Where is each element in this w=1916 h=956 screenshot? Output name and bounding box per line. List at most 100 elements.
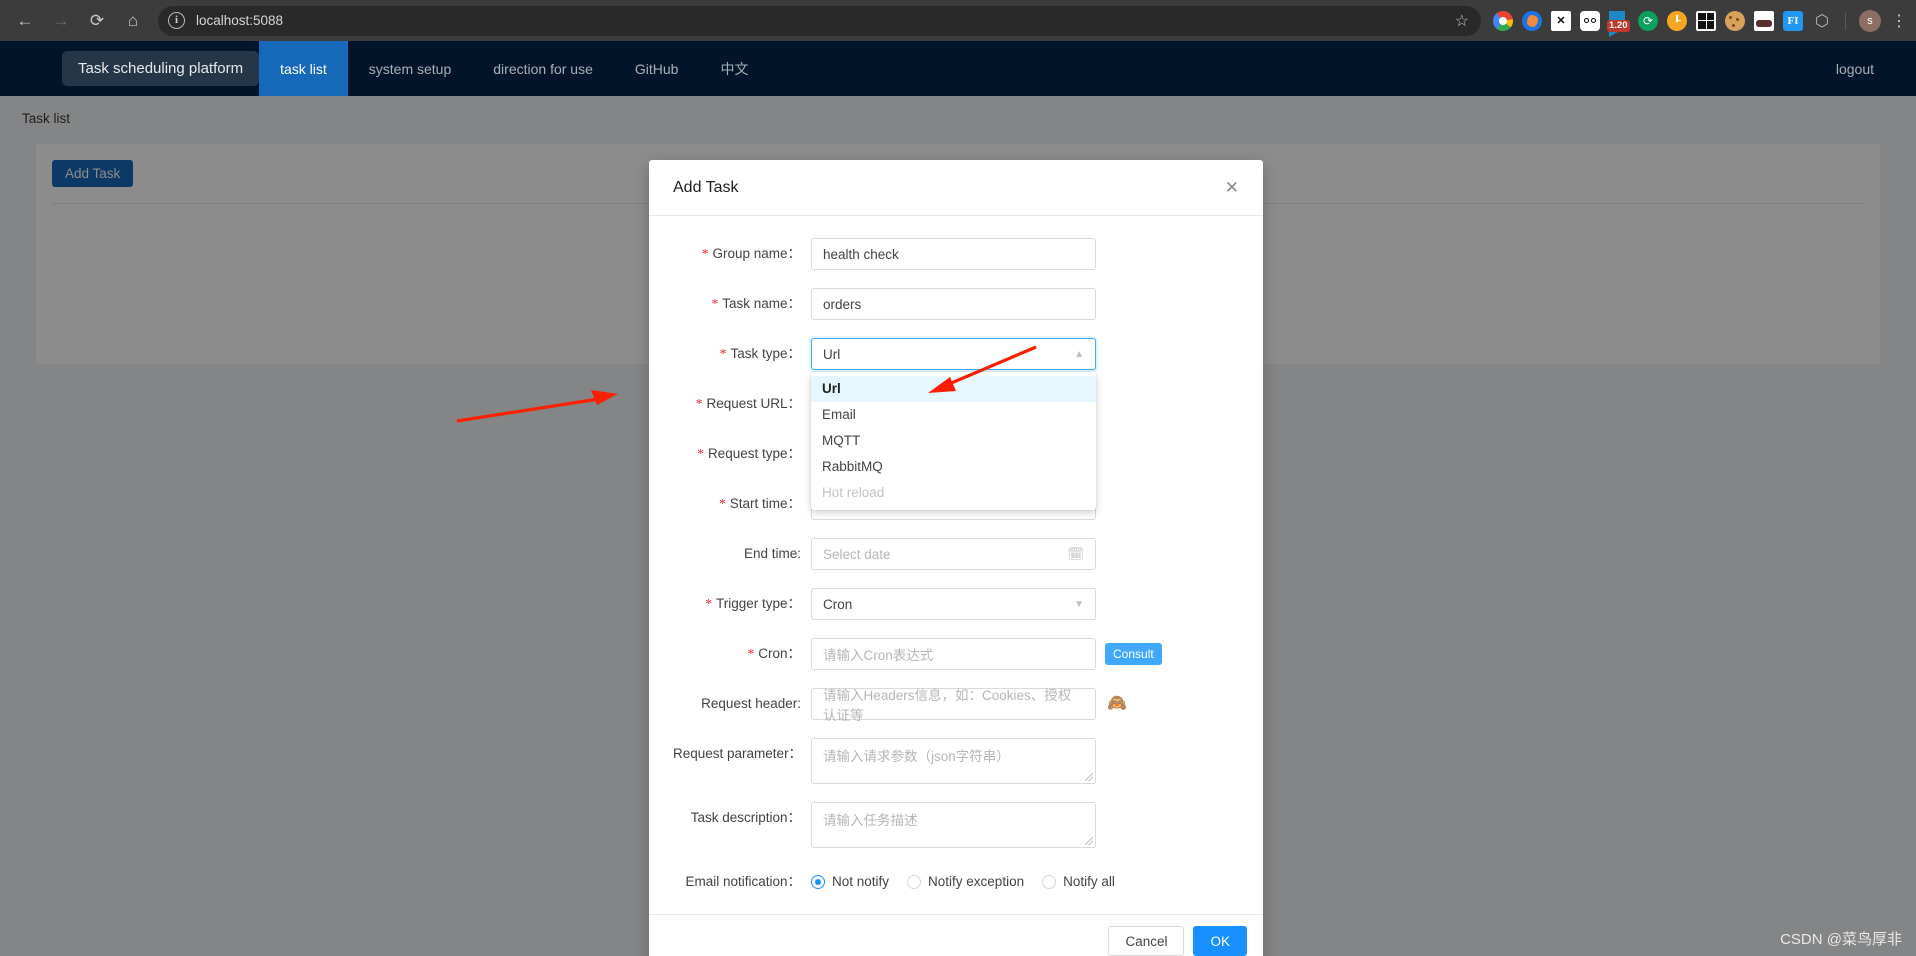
address-bar[interactable]: i localhost:5088 ☆ <box>158 6 1481 36</box>
version-badge-extension-icon[interactable]: 1.20 <box>1609 11 1629 31</box>
logout-link[interactable]: logout <box>1836 41 1916 96</box>
puzzle-extensions-icon[interactable]: ⬡ <box>1812 11 1832 31</box>
radio-dot-icon <box>1042 875 1056 889</box>
label-request-type: Request type： <box>673 438 811 470</box>
task-type-dropdown: Url Email MQTT RabbitMQ Hot reload <box>811 372 1096 510</box>
radio-notify-all[interactable]: Notify all <box>1042 866 1115 898</box>
task-type-value: Url <box>823 347 840 362</box>
field-task-name: Task name： orders <box>673 288 1239 320</box>
ok-button[interactable]: OK <box>1193 926 1247 956</box>
field-cron: Cron： 请输入Cron表达式 Consult <box>673 638 1239 670</box>
request-header-input[interactable]: 请输入Headers信息，如：Cookies、授权认证等 <box>811 688 1096 720</box>
toolbar-divider <box>1845 12 1846 30</box>
close-icon[interactable]: ✕ <box>1225 179 1239 196</box>
radio-not-notify[interactable]: Not notify <box>811 866 889 898</box>
field-end-time: End time: Select date 🗓 <box>673 538 1239 570</box>
fi-extension-icon[interactable]: FI <box>1783 11 1803 31</box>
printer-extension-icon[interactable] <box>1551 11 1571 31</box>
radio-notify-exception[interactable]: Notify exception <box>907 866 1024 898</box>
modal-body: Group name： health check Task name： orde… <box>649 216 1263 914</box>
nav-item-github[interactable]: GitHub <box>614 41 700 96</box>
radio-dot-icon <box>907 875 921 889</box>
chrome-extension-icon[interactable] <box>1493 11 1513 31</box>
label-task-type: Task type： <box>673 338 811 370</box>
qr-code-extension-icon[interactable] <box>1696 11 1716 31</box>
task-type-option-hot-reload: Hot reload <box>811 480 1096 506</box>
nav-item-task-list[interactable]: task list <box>259 41 348 96</box>
watermark: CSDN @菜鸟厚非 <box>1780 928 1902 949</box>
task-type-option-url[interactable]: Url <box>811 376 1096 402</box>
field-trigger-type: Trigger type： Cron ▼ <box>673 588 1239 620</box>
field-email-notification: Email notification： Not notify Notify ex… <box>673 866 1239 898</box>
cookie-extension-icon[interactable] <box>1725 11 1745 31</box>
request-parameter-textarea[interactable]: 请输入请求参数（json字符串） <box>811 738 1096 784</box>
eye-off-icon[interactable]: 🙈 <box>1107 693 1127 713</box>
label-request-parameter: Request parameter： <box>673 738 811 770</box>
add-task-modal: Add Task ✕ Group name： health check Task… <box>649 160 1263 956</box>
label-email-notification: Email notification： <box>673 866 811 898</box>
trigger-type-value: Cron <box>823 597 852 612</box>
label-start-time: Start time： <box>673 488 811 520</box>
task-description-textarea[interactable]: 请输入任务描述 <box>811 802 1096 848</box>
clock-extension-icon[interactable] <box>1667 11 1687 31</box>
site-info-icon[interactable]: i <box>168 12 185 29</box>
label-trigger-type: Trigger type： <box>673 588 811 620</box>
radio-label-not-notify: Not notify <box>832 866 889 898</box>
forward-arrow-icon[interactable]: → <box>44 4 78 38</box>
nav-item-system-setup[interactable]: system setup <box>348 41 472 96</box>
bookmark-star-icon[interactable]: ☆ <box>1455 11 1473 31</box>
label-end-time: End time: <box>673 538 811 570</box>
field-request-parameter: Request parameter： 请输入请求参数（json字符串） <box>673 738 1239 784</box>
label-group-name: Group name： <box>673 238 811 270</box>
radio-label-notify-exception: Notify exception <box>928 866 1024 898</box>
label-request-url: Request URL： <box>673 388 811 420</box>
email-notification-radio-group: Not notify Notify exception Notify all <box>811 866 1239 898</box>
radio-dot-selected-icon <box>811 875 825 889</box>
task-name-input[interactable]: orders <box>811 288 1096 320</box>
app-brand: Task scheduling platform <box>62 51 259 86</box>
profile-avatar[interactable]: s <box>1859 10 1881 32</box>
task-type-option-mqtt[interactable]: MQTT <box>811 428 1096 454</box>
label-request-header: Request header: <box>673 688 811 720</box>
page-body: Task list Add Task Add Task ✕ Group name… <box>0 96 1916 956</box>
chevron-down-icon: ▼ <box>1074 599 1084 610</box>
consult-button[interactable]: Consult <box>1105 643 1162 665</box>
end-time-input[interactable]: Select date 🗓 <box>811 538 1096 570</box>
modal-title: Add Task <box>673 179 739 197</box>
cron-input[interactable]: 请输入Cron表达式 <box>811 638 1096 670</box>
label-task-name: Task name： <box>673 288 811 320</box>
chevron-up-icon: ▲ <box>1074 349 1084 360</box>
radio-label-notify-all: Notify all <box>1063 866 1115 898</box>
back-arrow-icon[interactable]: ← <box>8 4 42 38</box>
calendar-icon: 🗓 <box>1067 546 1084 562</box>
cancel-button[interactable]: Cancel <box>1108 926 1184 956</box>
home-icon[interactable]: ⌂ <box>116 4 150 38</box>
extensions-tray: 1.20 ⟳ FI ⬡ s ⋮ <box>1489 10 1908 32</box>
label-task-description: Task description： <box>673 802 811 834</box>
reload-icon[interactable]: ⟳ <box>80 4 114 38</box>
field-task-description: Task description： 请输入任务描述 <box>673 802 1239 848</box>
glasses-extension-icon[interactable] <box>1580 11 1600 31</box>
paint-extension-icon[interactable] <box>1522 11 1542 31</box>
field-group-name: Group name： health check <box>673 238 1239 270</box>
task-type-option-rabbitmq[interactable]: RabbitMQ <box>811 454 1096 480</box>
nav-item-chinese[interactable]: 中文 <box>699 41 769 96</box>
task-type-select[interactable]: Url ▲ <box>811 338 1096 370</box>
trigger-type-select[interactable]: Cron ▼ <box>811 588 1096 620</box>
chrome-menu-icon[interactable]: ⋮ <box>1890 11 1908 31</box>
field-task-type: Task type： Url ▲ Url Email MQTT RabbitMQ… <box>673 338 1239 370</box>
group-name-input[interactable]: health check <box>811 238 1096 270</box>
sync-extension-icon[interactable]: ⟳ <box>1638 11 1658 31</box>
nav-item-direction-for-use[interactable]: direction for use <box>472 41 614 96</box>
end-time-placeholder: Select date <box>823 547 891 562</box>
task-type-option-email[interactable]: Email <box>811 402 1096 428</box>
browser-toolbar: ← → ⟳ ⌂ i localhost:5088 ☆ 1.20 ⟳ FI ⬡ s… <box>0 0 1916 41</box>
field-request-header: Request header: 请输入Headers信息，如：Cookies、授… <box>673 688 1239 720</box>
modal-header: Add Task ✕ <box>649 160 1263 216</box>
extension-badge-count: 1.20 <box>1607 20 1630 32</box>
modal-footer: Cancel OK <box>649 914 1263 956</box>
app-navbar: Task scheduling platform task list syste… <box>0 41 1916 96</box>
address-bar-url: localhost:5088 <box>196 13 283 28</box>
label-cron: Cron： <box>673 638 811 670</box>
incognito-extension-icon[interactable] <box>1754 11 1774 31</box>
